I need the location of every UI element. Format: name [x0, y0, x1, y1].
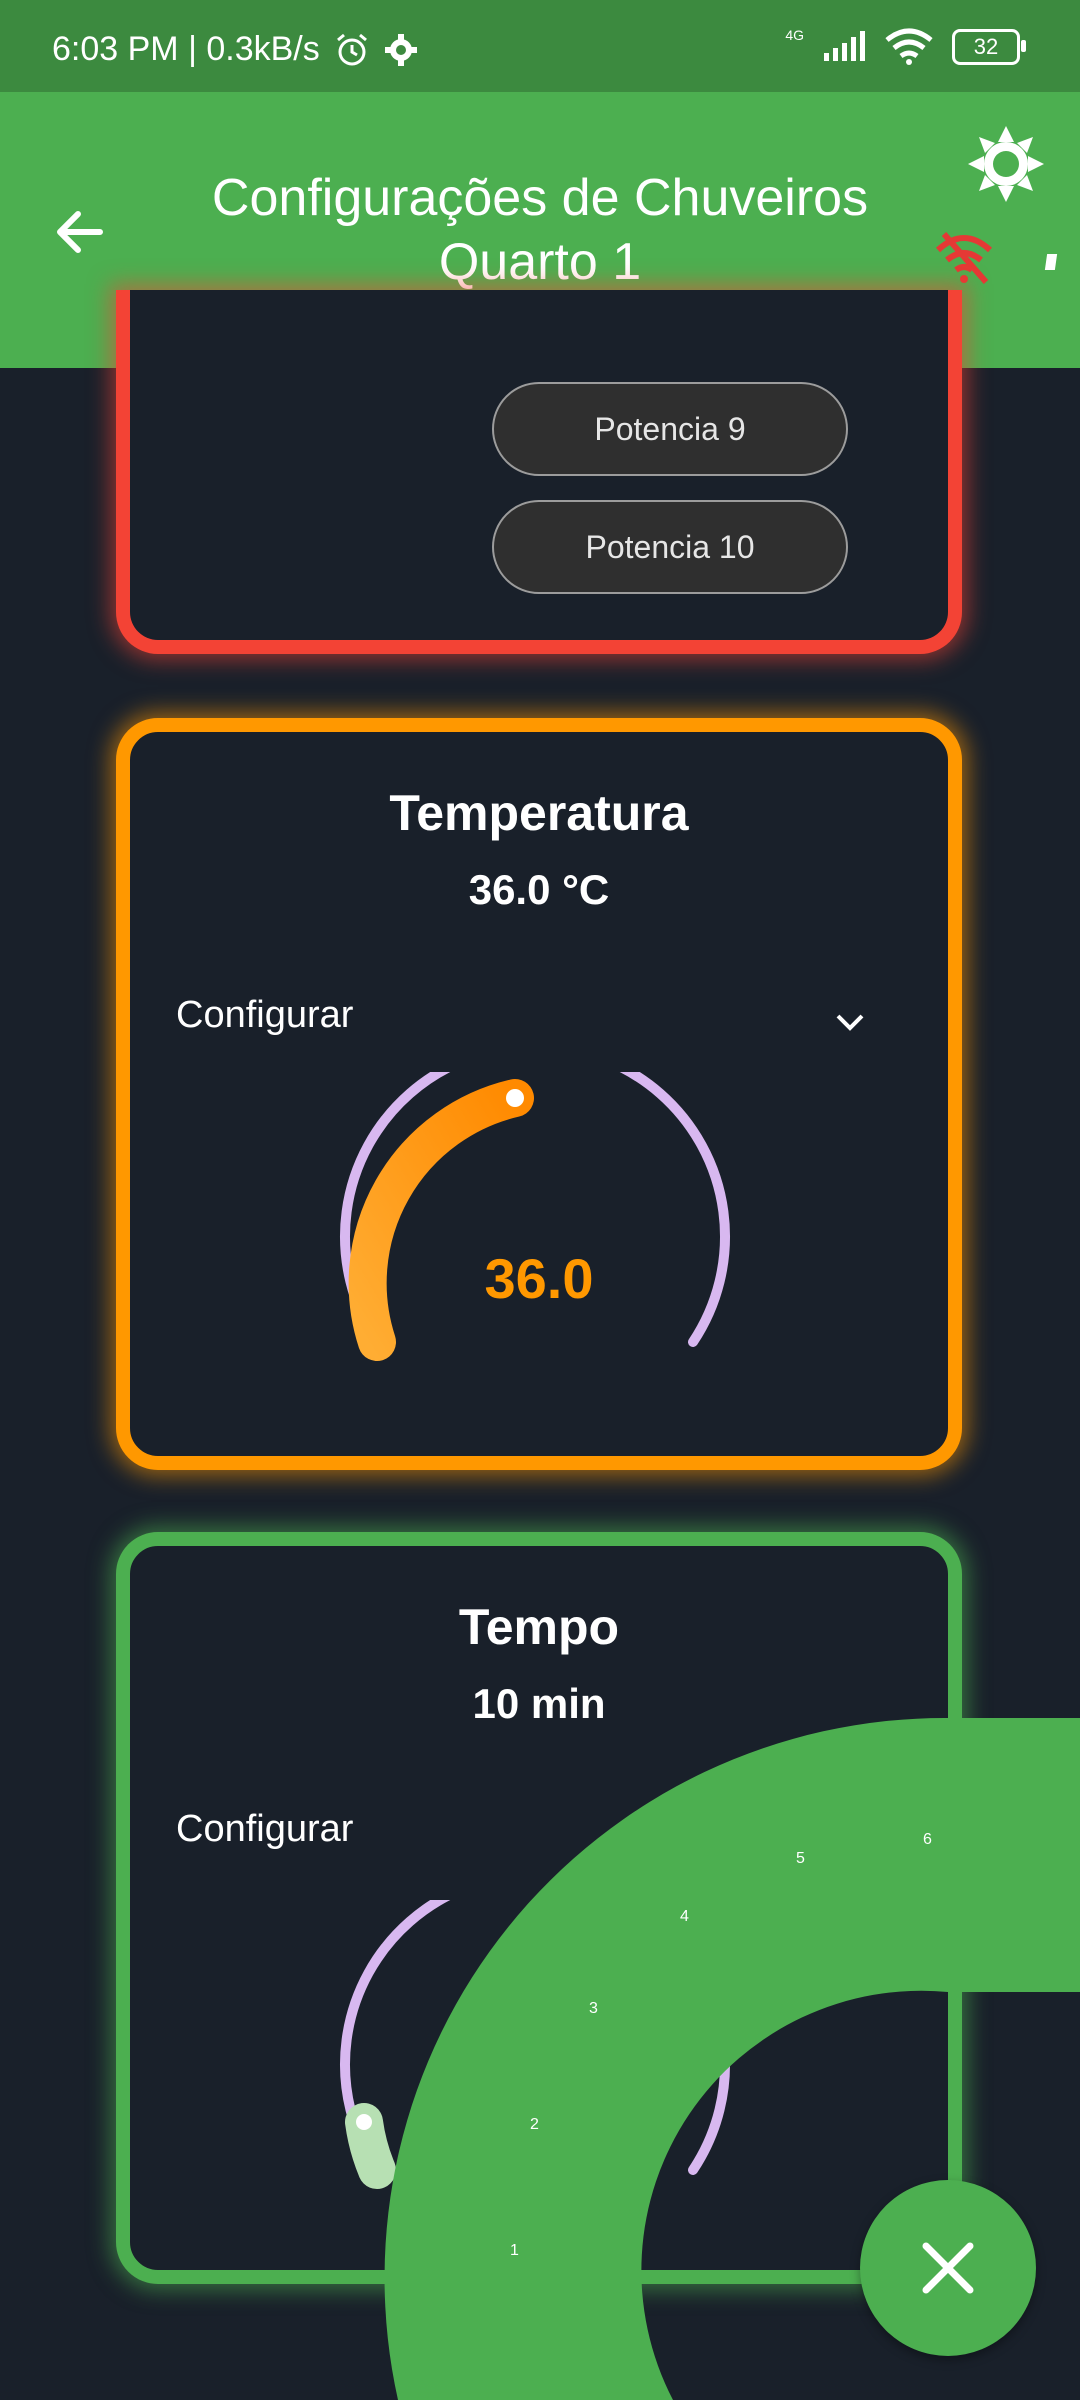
radial-item-6[interactable]: 6 [923, 1831, 932, 1849]
time-gauge[interactable] [330, 1900, 770, 2240]
close-menu-button[interactable] [860, 2180, 1036, 2356]
close-icon [922, 2242, 974, 2294]
temperature-card: Temperatura 36.0 °C Configurar 36.0 [116, 718, 962, 1470]
time-title: Tempo [458, 1599, 620, 1655]
power-9-button[interactable]: Potencia 9 [492, 382, 848, 476]
power-10-button[interactable]: Potencia 10 [492, 500, 848, 594]
temperature-value: 36.0 °C [468, 866, 610, 913]
time-card: Tempo 10 min Configurar [116, 1532, 962, 2284]
status-right: 4G 32 [785, 27, 1026, 66]
time-configure-label[interactable]: Configurar [176, 1808, 353, 1851]
status-bar: 6:03 PM | 0.3kB/s 4G 32 [0, 0, 1080, 92]
radial-item-2[interactable]: 2 [530, 2116, 539, 2134]
temperature-gauge-value: 36.0 [484, 1247, 594, 1310]
radial-item-5[interactable]: 5 [796, 1850, 805, 1868]
gear-icon [384, 33, 417, 66]
status-left: 6:03 PM | 0.3kB/s [52, 30, 418, 69]
chevron-down-icon[interactable] [832, 1010, 868, 1034]
battery-level: 32 [973, 34, 999, 59]
power-card: Potencia 9 Potencia 10 [116, 290, 962, 654]
back-arrow-icon[interactable] [50, 202, 110, 262]
temperature-configure-label[interactable]: Configurar [176, 994, 353, 1037]
sun-settings-icon[interactable] [968, 126, 1044, 202]
status-time-speed: 6:03 PM | 0.3kB/s [52, 30, 320, 68]
time-gauge-knob[interactable] [356, 2114, 372, 2130]
page-title: Configurações de Chuveiros Quarto 1 [160, 166, 920, 294]
temperature-gauge-knob[interactable] [506, 1089, 524, 1107]
radial-item-3[interactable]: 3 [589, 2000, 598, 2018]
page-title-line2: Quarto 1 [438, 233, 642, 291]
wifi-icon [885, 28, 933, 65]
signal-icon [824, 31, 865, 61]
page-title-line1: Configurações de Chuveiros [211, 169, 869, 227]
temperature-title: Temperatura [389, 785, 689, 841]
wifi-off-icon [935, 232, 993, 284]
radial-item-4[interactable]: 4 [680, 1908, 689, 1926]
alarm-icon [336, 33, 367, 65]
network-type: 4G [785, 27, 804, 43]
time-value: 10 min [472, 1680, 606, 1727]
indicator-mark [1044, 254, 1058, 270]
temperature-gauge[interactable] [330, 1072, 770, 1412]
radial-item-1[interactable]: 1 [510, 2242, 519, 2260]
battery-indicator: 32 [952, 29, 1026, 65]
